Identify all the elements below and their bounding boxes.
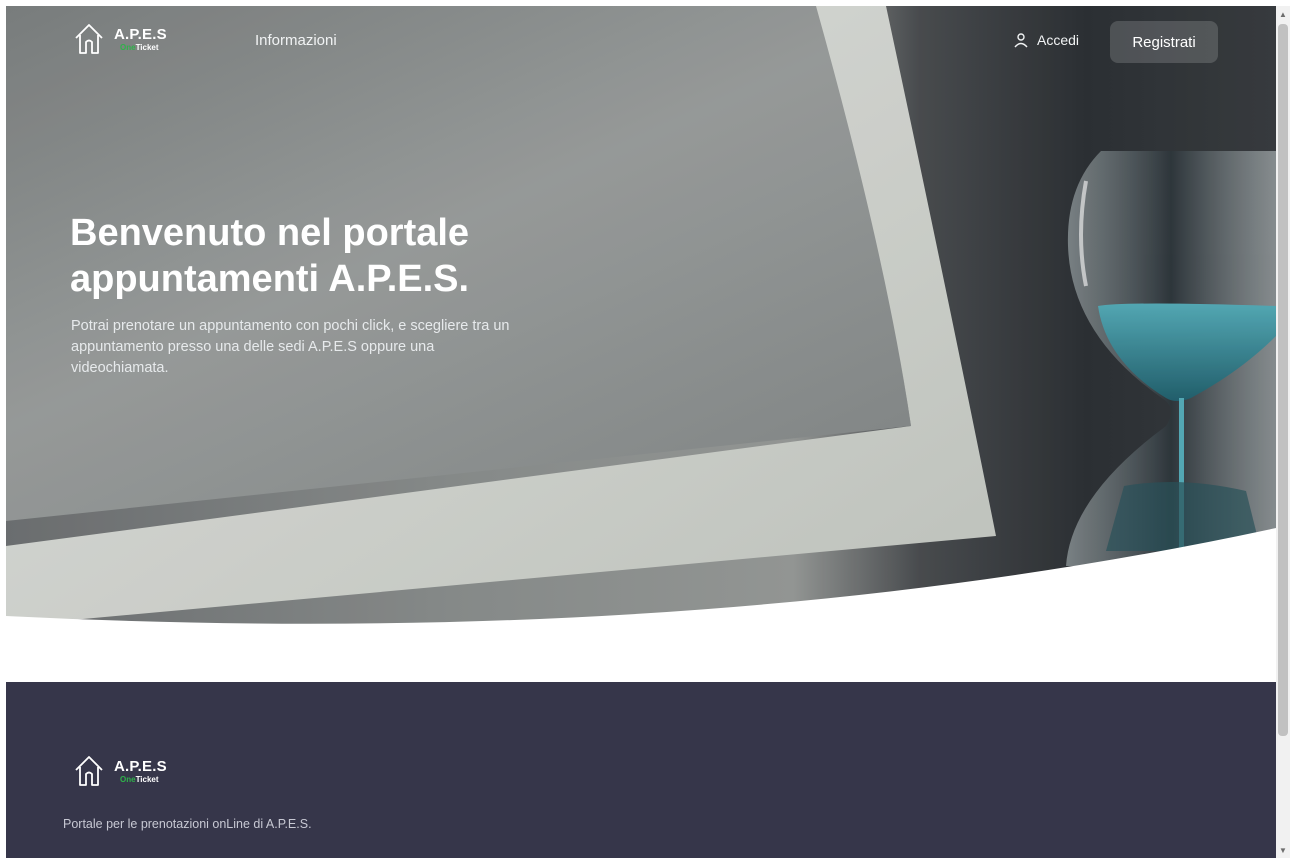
brand-subtitle: OneTicket xyxy=(120,42,159,52)
vertical-scrollbar[interactable]: ▲ ▼ xyxy=(1276,6,1290,858)
brand-name: A.P.E.S xyxy=(114,25,167,43)
login-label: Accedi xyxy=(1037,32,1080,48)
footer-brand-logo[interactable]: A.P.E.S OneTicket xyxy=(74,754,167,788)
register-button[interactable]: Registrati xyxy=(1110,21,1218,63)
top-navigation: A.P.E.S OneTicket Informazioni Accedi Re… xyxy=(6,6,1276,78)
chevron-down-icon[interactable]: ▼ xyxy=(1276,842,1290,858)
login-link[interactable]: Accedi xyxy=(1013,32,1079,48)
footer-brand-subtitle: OneTicket xyxy=(120,774,159,784)
hero-description: Potrai prenotare un appuntamento con poc… xyxy=(71,318,510,376)
user-icon xyxy=(1014,33,1028,48)
house-outline-icon xyxy=(75,756,103,786)
footer-brand-name: A.P.E.S xyxy=(114,757,167,775)
nav-link-informazioni[interactable]: Informazioni xyxy=(255,32,337,49)
brand-logo[interactable]: A.P.E.S OneTicket xyxy=(74,22,167,56)
house-outline-icon xyxy=(75,24,103,54)
chevron-up-icon[interactable]: ▲ xyxy=(1276,6,1290,22)
page-viewport: A.P.E.S OneTicket Informazioni Accedi Re… xyxy=(6,6,1276,858)
hero-section: A.P.E.S OneTicket Informazioni Accedi Re… xyxy=(6,6,1276,626)
footer-description: Portale per le prenotazioni onLine di A.… xyxy=(63,817,312,831)
scrollbar-thumb[interactable] xyxy=(1278,24,1288,736)
hero-title: Benvenuto nel portale appuntamenti A.P.E… xyxy=(70,212,470,300)
page-footer: A.P.E.S OneTicket Portale per le prenota… xyxy=(6,682,1276,858)
